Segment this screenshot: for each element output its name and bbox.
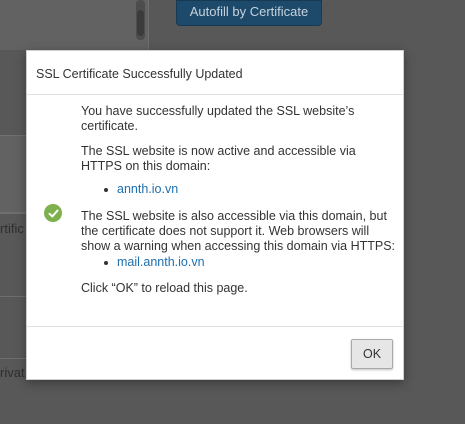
autofill-by-certificate-button: Autofill by Certificate bbox=[176, 0, 322, 26]
background-field-area bbox=[0, 135, 26, 213]
ssl-updated-dialog: SSL Certificate Successfully Updated You… bbox=[26, 50, 404, 380]
active-domain-link[interactable]: annth.io.vn bbox=[104, 182, 397, 197]
unsupported-domain-list: mail.annth.io.vn bbox=[81, 255, 397, 270]
background-scrollbar-thumb bbox=[137, 10, 144, 36]
ok-button[interactable]: OK bbox=[351, 339, 393, 369]
background-panel bbox=[0, 0, 149, 50]
background-field-label: rtific bbox=[0, 221, 24, 236]
dialog-footer: OK bbox=[27, 327, 403, 381]
message-active: The SSL website is now active and access… bbox=[81, 144, 356, 173]
background-scrollbar bbox=[136, 0, 145, 40]
background-divider bbox=[0, 358, 26, 359]
background-divider bbox=[0, 213, 26, 214]
dialog-body: You have successfully updated the SSL we… bbox=[27, 95, 403, 327]
page: Autofill by Certificate rtific rivat SSL… bbox=[0, 0, 465, 424]
message-reload: Click “OK” to reload this page. bbox=[81, 281, 248, 295]
checkmark-circle-icon bbox=[44, 204, 62, 222]
background-divider bbox=[0, 296, 26, 297]
unsupported-domain-link[interactable]: mail.annth.io.vn bbox=[104, 255, 397, 270]
active-domain-list: annth.io.vn bbox=[81, 182, 397, 197]
message-also-accessible: The SSL website is also accessible via t… bbox=[81, 209, 396, 253]
message-updated: You have successfully updated the SSL we… bbox=[81, 104, 355, 133]
dialog-header: SSL Certificate Successfully Updated bbox=[27, 51, 403, 95]
dialog-message: You have successfully updated the SSL we… bbox=[81, 104, 397, 296]
dialog-title: SSL Certificate Successfully Updated bbox=[36, 67, 243, 81]
background-field-label: rivat bbox=[0, 365, 25, 380]
